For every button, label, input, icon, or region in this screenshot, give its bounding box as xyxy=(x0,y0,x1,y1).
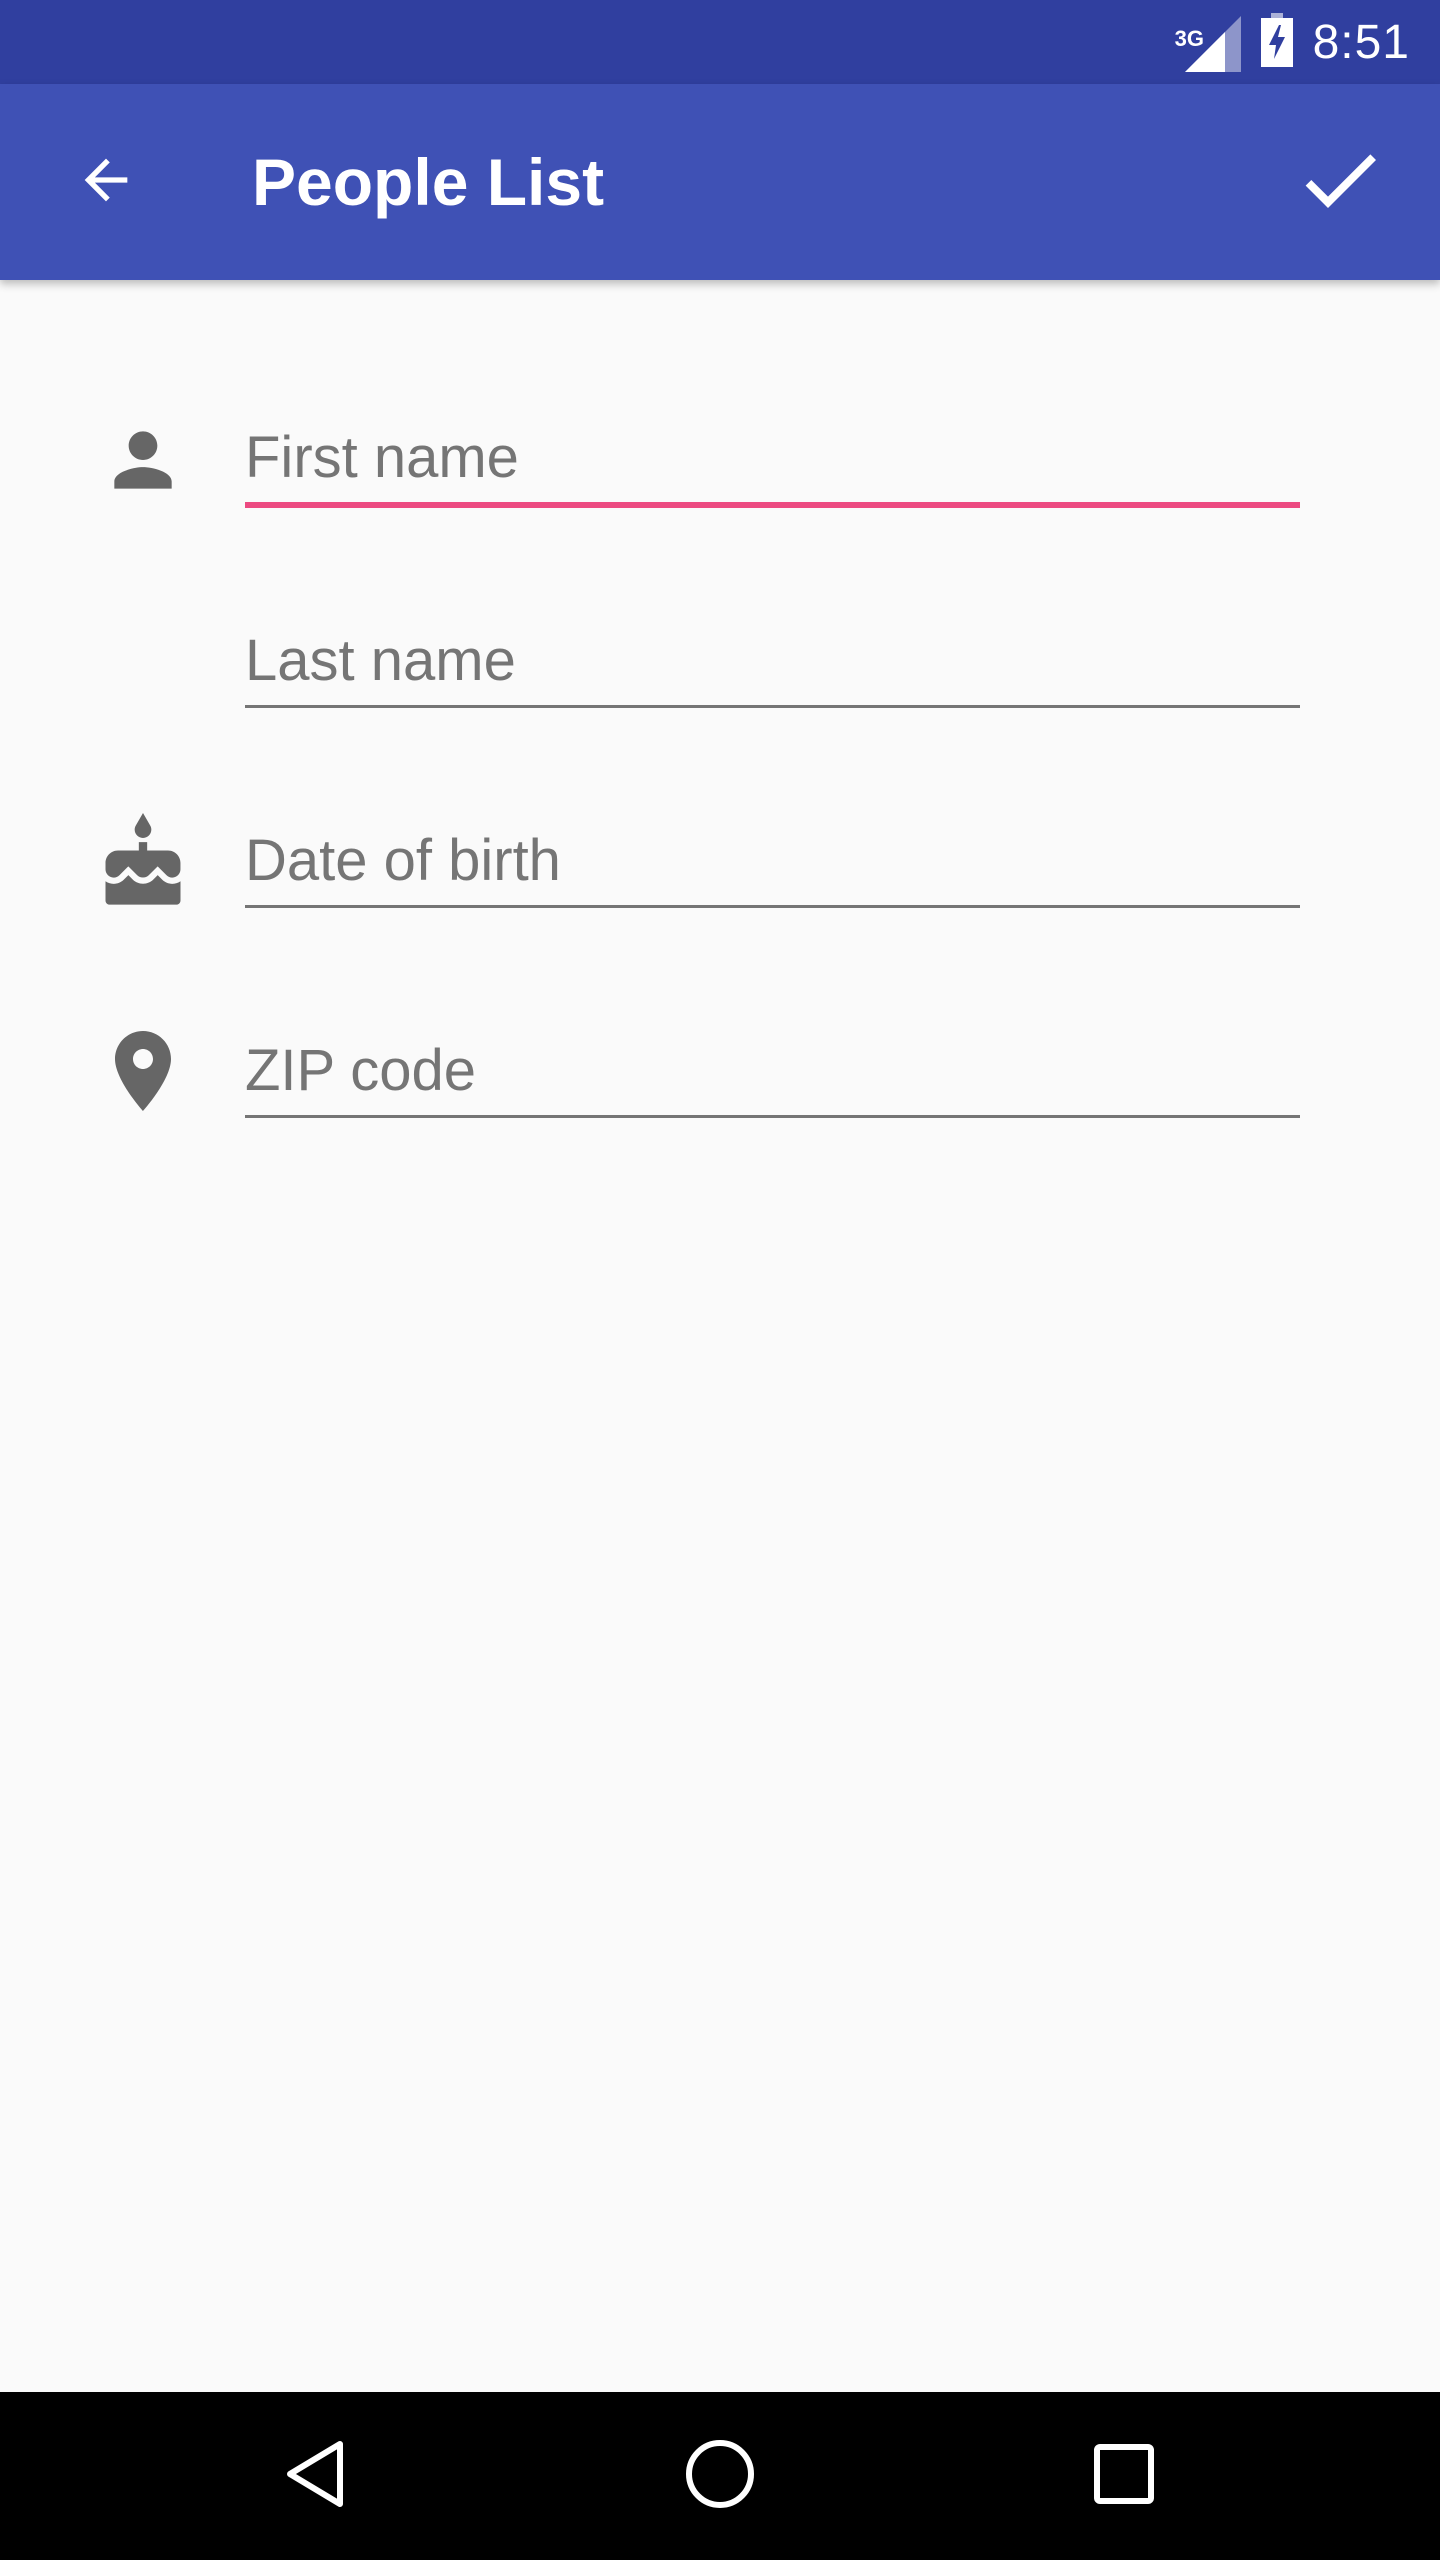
location-pin-icon xyxy=(88,1016,198,1126)
battery-charging-icon xyxy=(1259,12,1295,72)
cake-icon xyxy=(88,808,198,918)
zip-code-input[interactable] xyxy=(245,1025,1300,1115)
network-type-label: 3G xyxy=(1174,26,1204,51)
date-of-birth-input[interactable] xyxy=(245,815,1300,905)
first-name-input[interactable] xyxy=(245,412,1300,502)
back-button[interactable] xyxy=(52,128,160,236)
last-name-input[interactable] xyxy=(245,615,1300,705)
nav-recents-button[interactable] xyxy=(1064,2416,1184,2536)
last-name-field xyxy=(245,615,1300,708)
clock: 8:51 xyxy=(1312,15,1410,69)
nav-home-button[interactable] xyxy=(660,2416,780,2536)
app-bar: People List xyxy=(0,84,1440,280)
check-icon xyxy=(1292,132,1388,233)
home-circle-icon xyxy=(682,2436,758,2517)
page-title: People List xyxy=(252,145,605,219)
zip-code-field xyxy=(245,1025,1300,1118)
nav-back-button[interactable] xyxy=(256,2416,376,2536)
status-bar: 3G 8:51 xyxy=(0,0,1440,84)
first-name-underline xyxy=(245,502,1300,508)
save-button[interactable] xyxy=(1280,128,1400,236)
navigation-bar xyxy=(0,2392,1440,2560)
signal-icon: 3G xyxy=(1175,12,1241,72)
status-icons: 3G 8:51 xyxy=(1175,0,1410,84)
zip-code-underline xyxy=(245,1115,1300,1118)
date-of-birth-field xyxy=(245,815,1300,908)
first-name-field xyxy=(245,412,1300,508)
back-triangle-icon xyxy=(280,2438,352,2515)
recents-square-icon xyxy=(1092,2442,1156,2511)
last-name-underline xyxy=(245,705,1300,708)
arrow-back-icon xyxy=(74,148,138,217)
date-of-birth-underline xyxy=(245,905,1300,908)
person-icon xyxy=(88,405,198,515)
